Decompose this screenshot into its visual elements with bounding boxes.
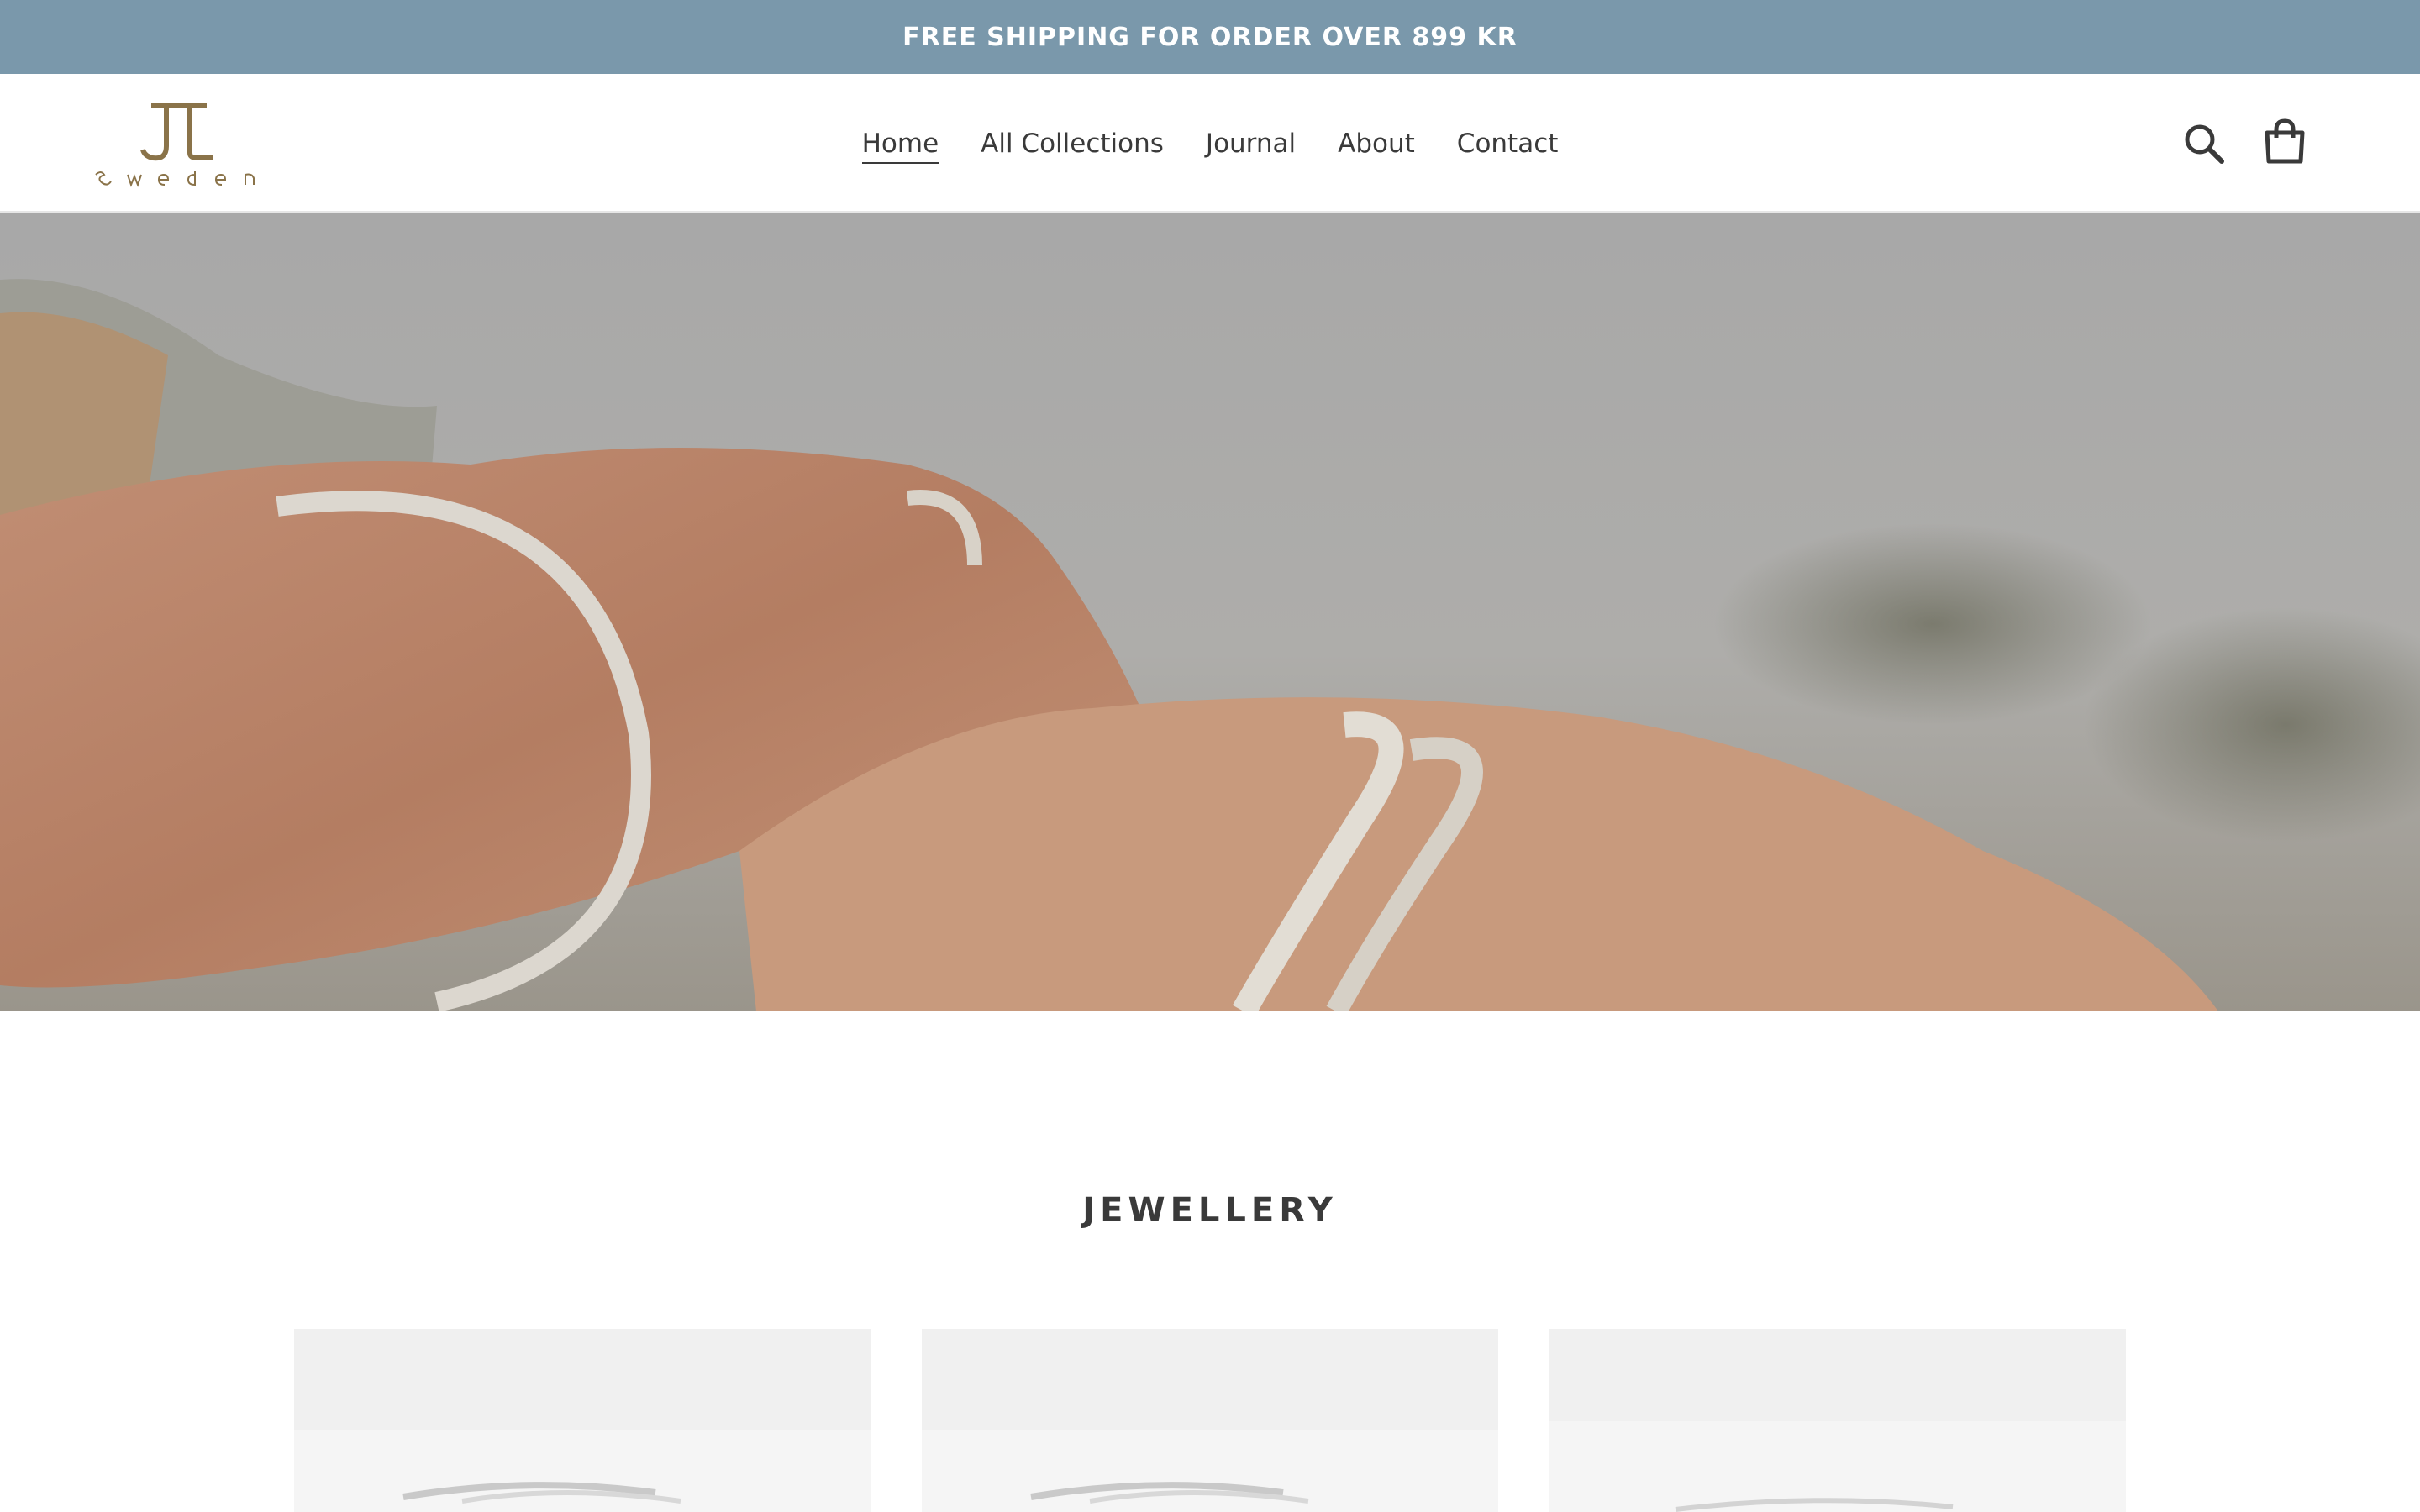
nav-about[interactable]: About [1338,123,1415,164]
nav-contact[interactable]: Contact [1457,123,1559,164]
cart-icon[interactable] [2260,118,2309,166]
product-image [294,1329,871,1512]
collection-title: JEWELLERY [1082,1191,1338,1230]
nav-all-collections[interactable]: All Collections [981,123,1164,164]
nav-home[interactable]: Home [861,123,939,164]
product-card[interactable] [294,1329,871,1512]
nav-journal[interactable]: Journal [1206,123,1296,164]
product-grid [294,1329,2126,1512]
jl-sweden-logo [95,103,255,187]
search-icon[interactable] [2180,119,2228,168]
product-card[interactable] [922,1329,1498,1512]
hero-banner [0,213,2420,1011]
product-image [1549,1329,2126,1512]
announcement-bar: FREE SHIPPING FOR ORDER OVER 899 KR [0,0,2420,74]
announcement-text: FREE SHIPPING FOR ORDER OVER 899 KR [902,22,1518,52]
product-image [922,1329,1498,1512]
site-logo[interactable] [91,97,264,188]
main-nav: Home All Collections Journal About Conta… [0,74,2420,213]
site-header: Home All Collections Journal About Conta… [0,74,2420,213]
product-card[interactable] [1549,1329,2126,1512]
hero-image [0,213,2420,1011]
